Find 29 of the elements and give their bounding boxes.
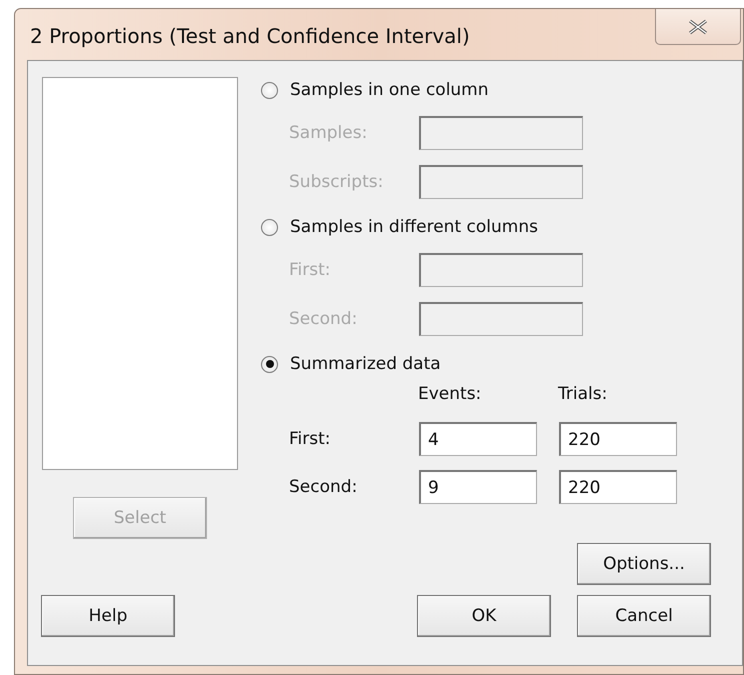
input-field[interactable]: 220 (559, 470, 677, 504)
radio-button[interactable] (261, 218, 278, 236)
input-field[interactable] (419, 302, 583, 336)
ok-button[interactable]: OK (417, 595, 551, 637)
radio-button[interactable] (261, 82, 278, 98)
input-field[interactable] (419, 165, 583, 199)
radio-label[interactable]: Summarized data (290, 354, 441, 374)
close-icon (687, 18, 709, 34)
field-label: Second: (289, 309, 358, 329)
radio-label[interactable]: Samples in different columns (290, 217, 538, 237)
close-button[interactable] (655, 9, 741, 45)
input-field[interactable]: 4 (419, 422, 537, 456)
field-label: Samples: (289, 123, 368, 143)
column-header: Events: (418, 384, 482, 406)
cancel-button[interactable]: Cancel (577, 595, 711, 637)
help-button[interactable]: Help (41, 595, 175, 637)
input-field[interactable] (419, 116, 583, 150)
field-label: Subscripts: (289, 172, 384, 192)
radio-button[interactable] (261, 356, 278, 372)
window-title: 2 Proportions (Test and Confidence Interval) (29, 24, 470, 48)
options-button[interactable]: Options... (577, 543, 711, 585)
field-label: First: (289, 260, 332, 280)
radio-label[interactable]: Samples in one column (290, 80, 489, 100)
input-field[interactable]: 220 (559, 422, 677, 456)
field-label: First: (289, 429, 332, 449)
column-header: Trials: (558, 384, 608, 406)
input-field[interactable]: 9 (419, 470, 537, 504)
input-field[interactable] (419, 253, 583, 287)
field-label: Second: (289, 477, 358, 497)
